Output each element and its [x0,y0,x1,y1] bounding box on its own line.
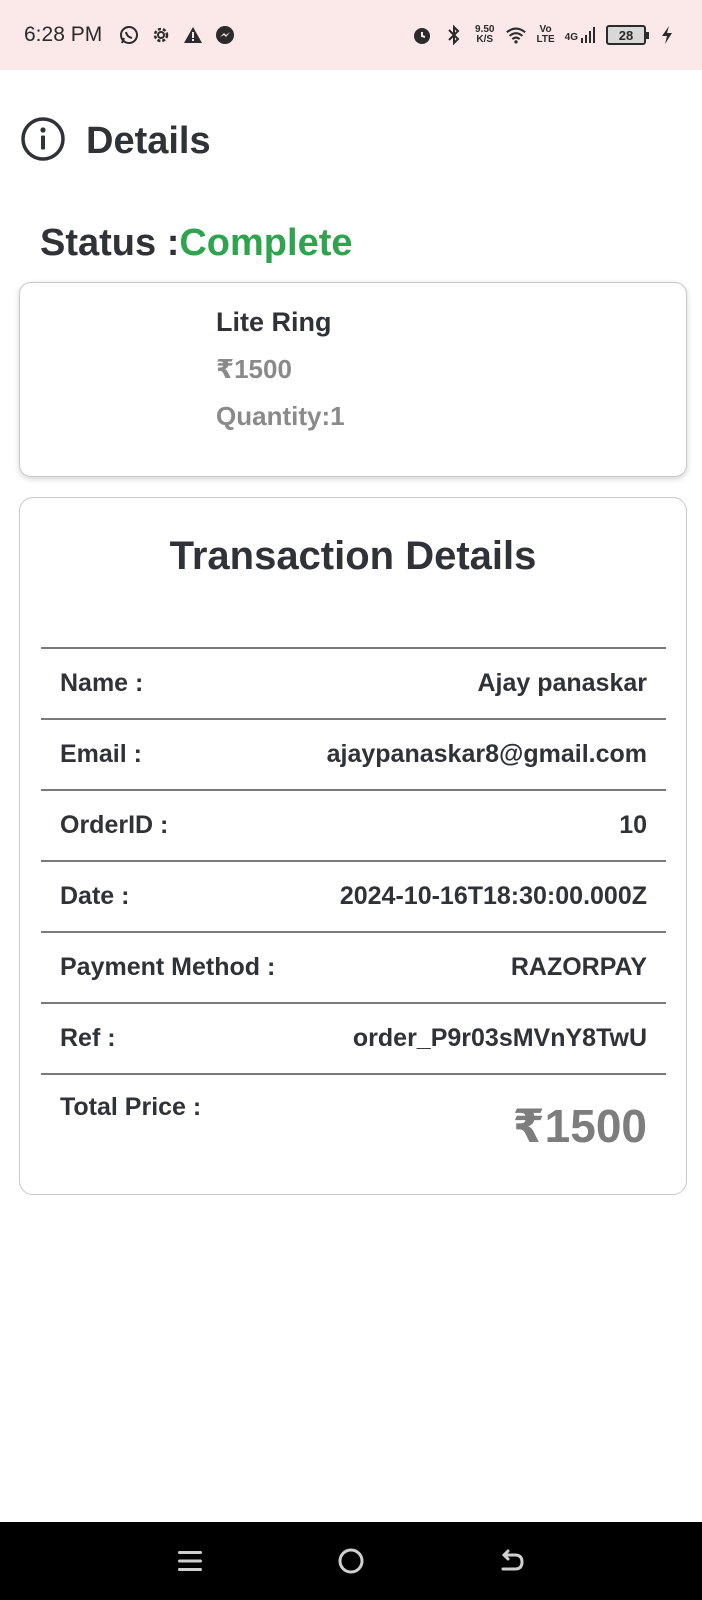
status-label: Status : [40,222,180,264]
gear-icon [150,24,172,46]
alarm-icon [411,24,433,46]
wifi-icon [505,24,527,46]
network-speed: 9.50 K/S [475,25,494,45]
product-info: Lite Ring ₹1500 Quantity:1 [216,307,345,432]
total-label: Total Price : [60,1093,202,1121]
transaction-table: Name : Ajay panaskar Email : ajaypanaska… [41,647,666,1173]
row-value-payment-method: RAZORPAY [510,953,647,981]
row-value-ref: order_P9r03sMVnY8TwU [352,1024,647,1052]
status-bar-right: 9.50 K/S Vo LTE 4G 28 [411,24,678,46]
page-title: Details [86,120,211,162]
info-icon[interactable] [20,116,66,167]
network-speed-unit: K/S [476,34,494,45]
table-row: Name : Ajay panaskar [41,647,666,718]
warning-icon [182,24,204,46]
back-icon[interactable] [492,1541,532,1581]
volte-indicator: Vo LTE [537,25,555,45]
row-label-name: Name : [60,669,144,697]
row-label-ref: Ref : [60,1024,116,1052]
table-row: Payment Method : RAZORPAY [41,931,666,1002]
row-label-date: Date : [60,882,130,910]
battery-indicator: 28 [606,25,649,45]
transaction-card: Transaction Details Name : Ajay panaskar… [19,497,687,1195]
table-row: OrderID : 10 [41,789,666,860]
status-bar: 6:28 PM 9.50 K/S Vo LTE 4G 28 [0,0,702,70]
total-value: ₹1500 [512,1100,647,1152]
status-bar-left: 6:28 PM [24,23,236,47]
signal-indicator: 4G [565,27,596,43]
lte-label: LTE [536,34,555,45]
row-value-email: ajaypanaskar8@gmail.com [326,740,647,768]
signal-icon [581,27,595,43]
row-label-email: Email : [60,740,142,768]
table-row: Email : ajaypanaskar8@gmail.com [41,718,666,789]
product-card[interactable]: Lite Ring ₹1500 Quantity:1 [19,282,687,477]
whatsapp-icon [118,24,140,46]
status-time: 6:28 PM [24,23,103,46]
table-row: Date : 2024-10-16T18:30:00.000Z [41,860,666,931]
signal-label: 4G [564,32,578,43]
row-label-order-id: OrderID : [60,811,169,839]
order-status: Status :Complete [40,222,353,265]
row-value-date: 2024-10-16T18:30:00.000Z [339,882,647,910]
row-value-name: Ajay panaskar [477,669,647,697]
system-nav-bar [0,1522,702,1600]
messenger-icon [214,24,236,46]
row-label-payment-method: Payment Method : [60,953,276,981]
table-row: Ref : order_P9r03sMVnY8TwU [41,1002,666,1073]
charging-icon [656,24,678,46]
page-header: Details [20,116,211,167]
product-price: ₹1500 [216,354,292,384]
home-icon[interactable] [331,1541,371,1581]
menu-icon[interactable] [170,1541,210,1581]
product-name: Lite Ring [216,307,332,337]
status-value: Complete [179,222,353,264]
row-value-order-id: 10 [619,811,647,839]
total-row: Total Price : ₹1500 [41,1073,666,1173]
bluetooth-icon [443,24,465,46]
transaction-title: Transaction Details [169,534,537,578]
product-quantity: Quantity:1 [216,401,345,431]
